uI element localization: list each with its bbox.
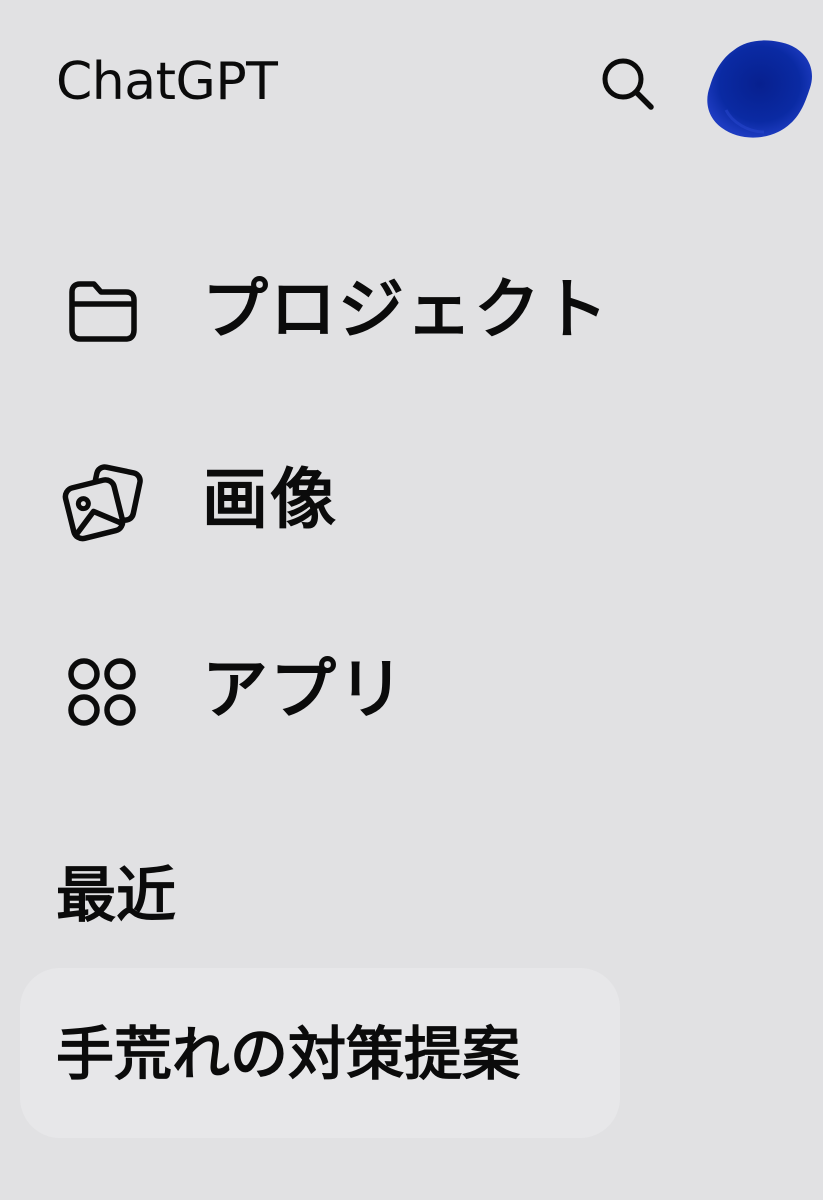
nav-item-images[interactable]: 画像 [0,430,823,560]
search-button[interactable] [592,48,664,120]
app-title: ChatGPT [56,52,278,112]
header: ChatGPT [0,0,823,170]
nav-item-apps[interactable]: アプリ [0,620,823,750]
apps-grid-icon [58,648,146,736]
recent-chat-item[interactable]: 手荒れの対策提案 [20,968,620,1138]
nav-item-label: アプリ [202,651,406,728]
recent-section-title: 最近 [56,861,176,931]
folder-icon [58,268,146,356]
avatar[interactable] [704,36,816,140]
nav-item-label: プロジェクト [202,271,610,348]
search-icon [602,58,654,110]
nav-item-label: 画像 [202,461,338,538]
nav-item-projects[interactable]: プロジェクト [0,240,823,370]
images-icon [58,458,146,546]
avatar-image [707,40,812,138]
recent-chat-label: 手荒れの対策提案 [56,1020,521,1088]
